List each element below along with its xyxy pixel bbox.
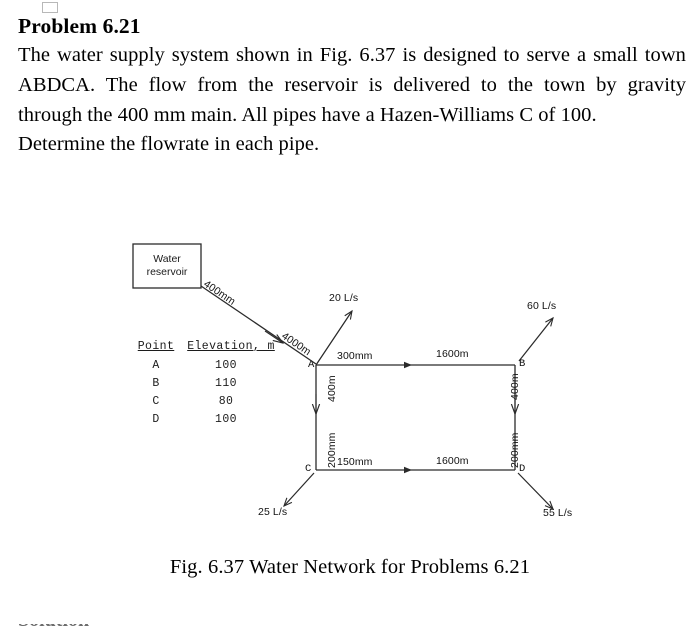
elevation-row-value: 80 — [218, 394, 234, 408]
problem-body-last-line: Determine the flowrate in each pipe. — [18, 133, 320, 156]
elevation-row-value: 100 — [215, 412, 237, 426]
demand-arrow-d — [517, 472, 554, 511]
demand-arrow-c — [283, 472, 315, 508]
elevation-table-header-point: Point — [137, 340, 175, 353]
demand-arrow-a — [315, 309, 353, 366]
elevation-row-point: D — [152, 412, 160, 426]
problem-heading: Problem 6.21 — [18, 14, 141, 38]
table-row: B 110 — [130, 374, 280, 392]
reservoir-box — [132, 243, 202, 289]
bottom-cutoff-text: Solution — [18, 624, 218, 633]
elevation-row-value: 100 — [215, 358, 237, 372]
elevation-row-value: 110 — [215, 376, 237, 390]
elevation-table: Point Elevation, m A 100 B 110 C 80 D 10… — [130, 340, 280, 428]
elevation-table-header-elevation: Elevation, m — [187, 340, 275, 353]
scan-artifact-square — [42, 2, 58, 13]
table-row: A 100 — [130, 356, 280, 374]
figure-water-network: Water reservoir 400mm 4000m A B C D 300m… — [0, 232, 700, 552]
table-row: D 100 — [130, 410, 280, 428]
problem-statement-block: Problem 6.21 The water supply system sho… — [18, 14, 686, 160]
figure-caption: Fig. 6.37 Water Network for Problems 6.2… — [169, 556, 531, 578]
problem-body-text: The water supply system shown in Fig. 6.… — [18, 44, 686, 126]
bottom-cutoff-text-value: Solution — [18, 624, 218, 630]
elevation-row-point: C — [152, 394, 160, 408]
table-row: C 80 — [130, 392, 280, 410]
elevation-row-point: A — [152, 358, 160, 372]
elevation-row-point: B — [152, 376, 160, 390]
elevation-table-header-row: Point Elevation, m — [130, 340, 280, 356]
demand-arrow-b — [518, 316, 554, 362]
problem-body: The water supply system shown in Fig. 6.… — [18, 41, 686, 159]
network-diagram-svg — [132, 243, 554, 511]
